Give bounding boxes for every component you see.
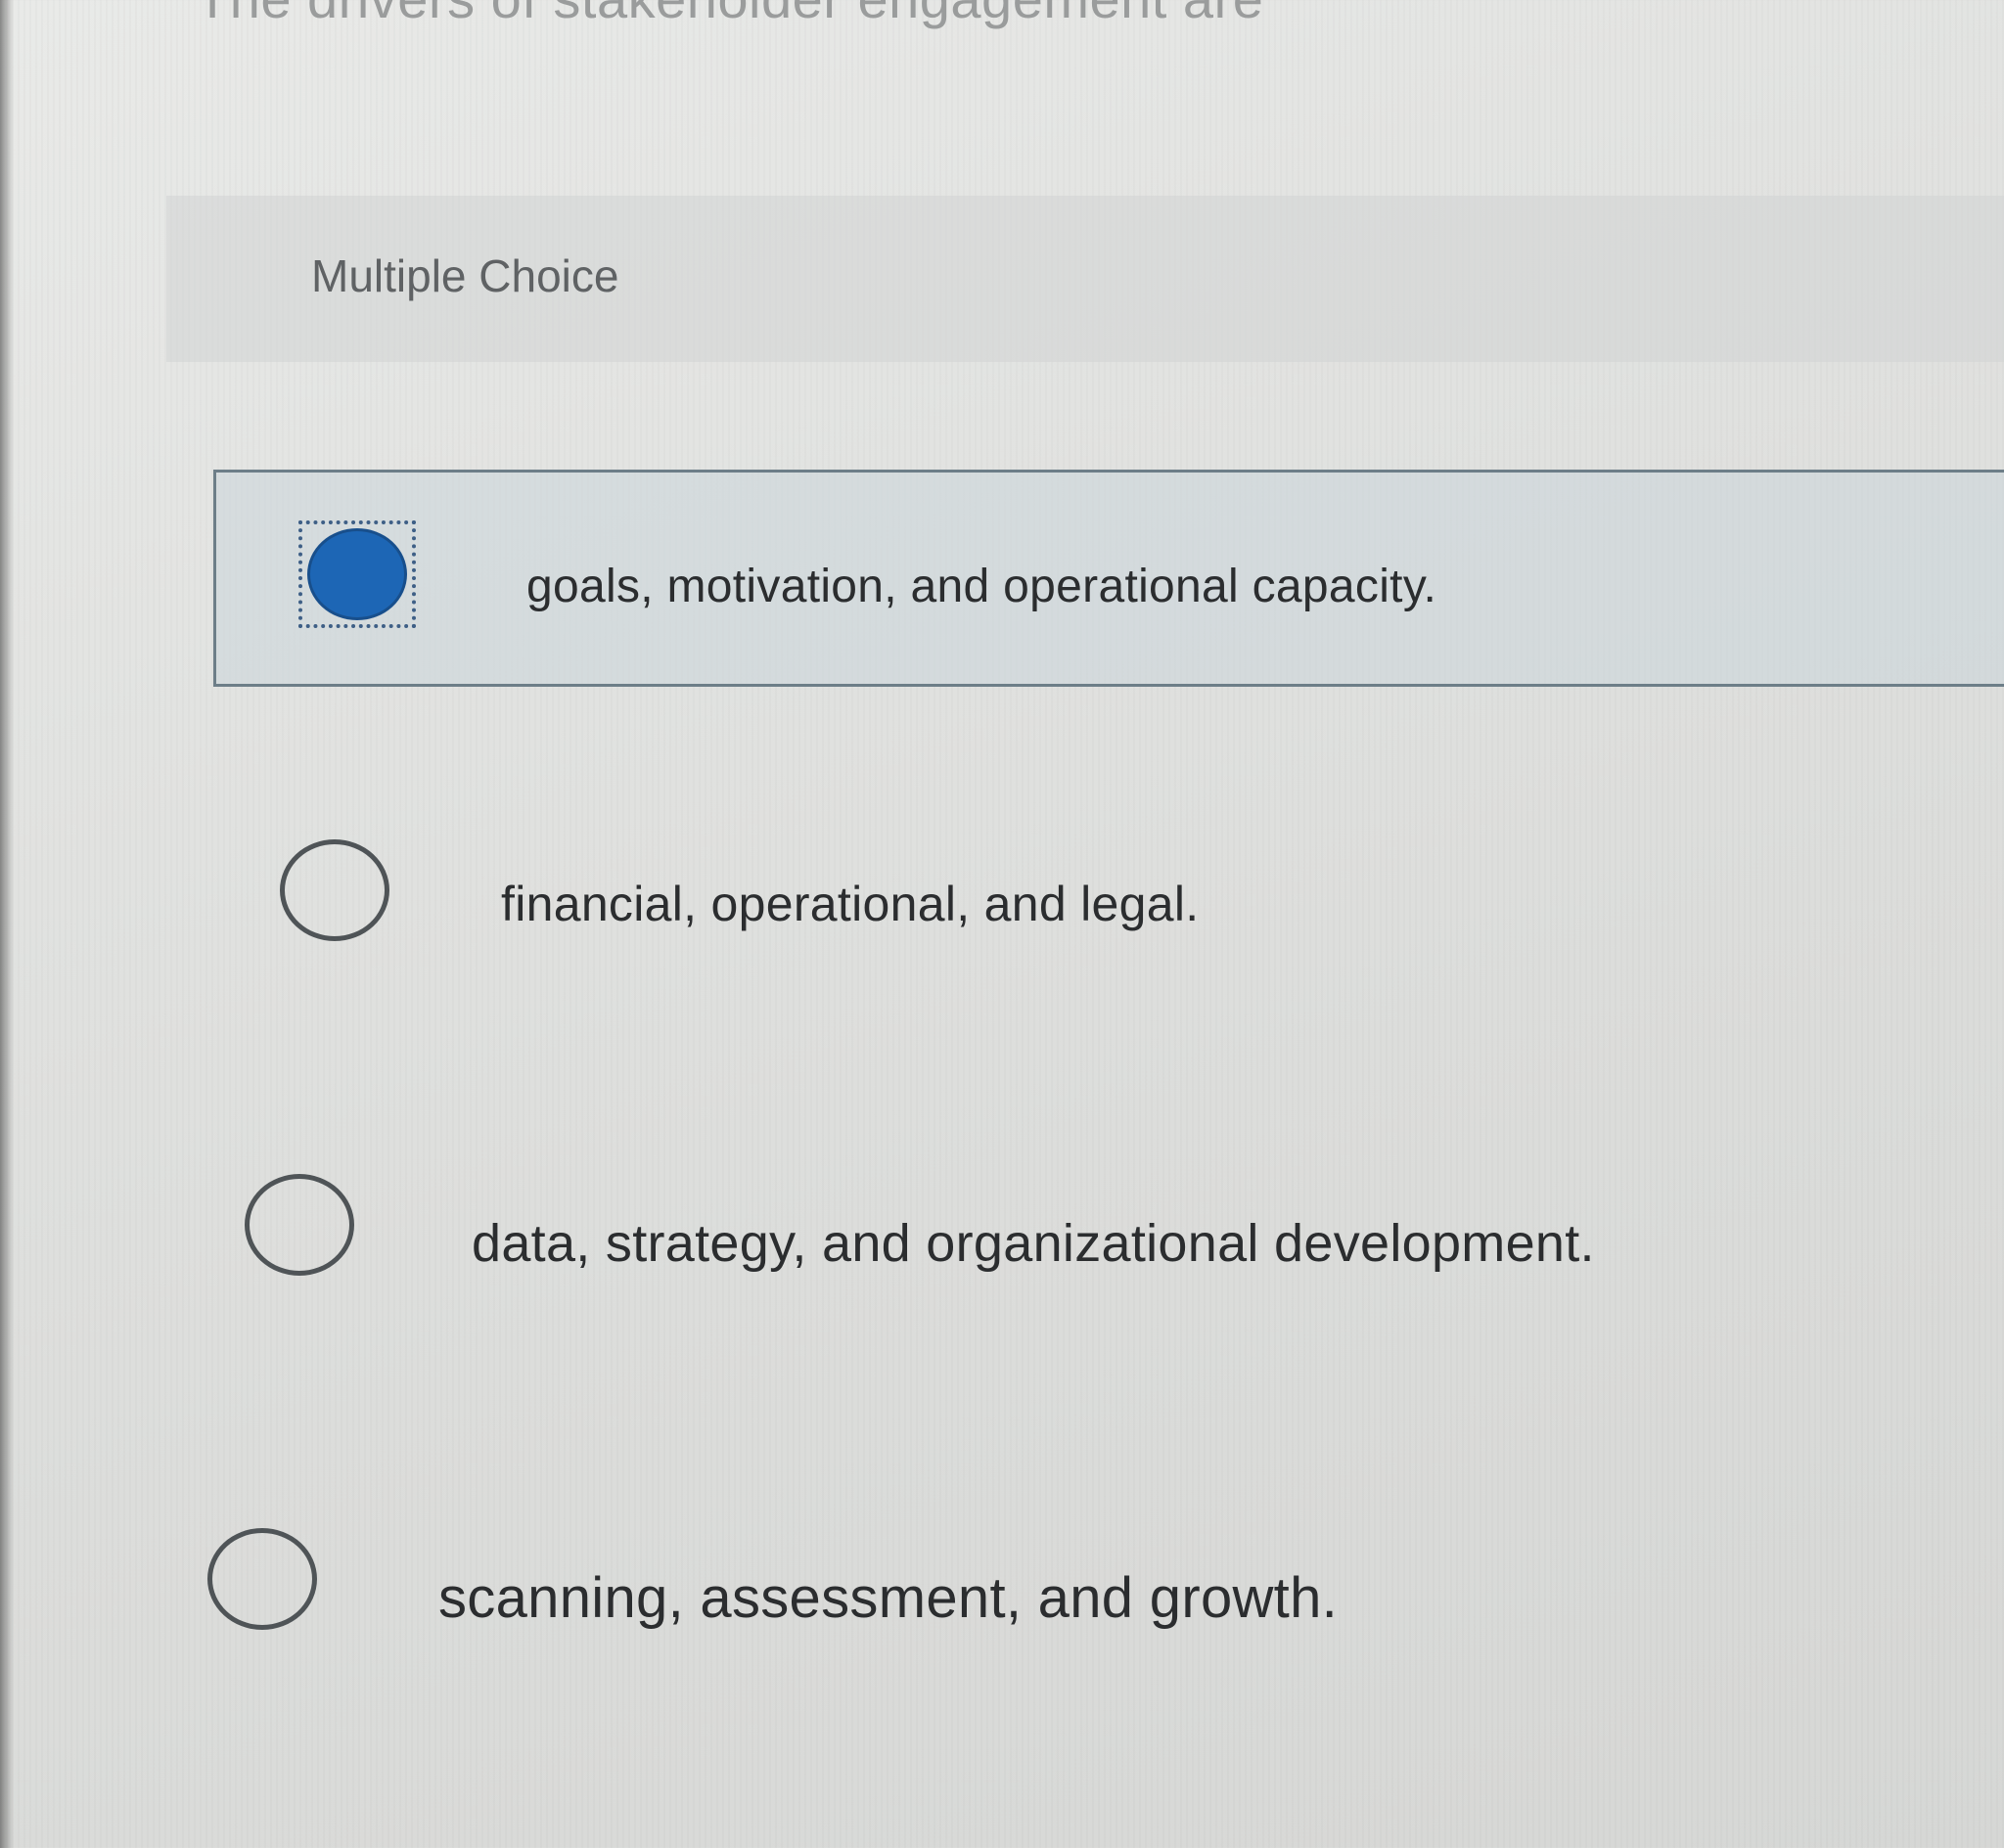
- screen-edge-shadow: [0, 0, 14, 1848]
- radio-button-a-selected[interactable]: [307, 528, 407, 620]
- question-type-label: Multiple Choice: [311, 250, 619, 301]
- answer-option-b-label: financial, operational, and legal.: [501, 877, 1200, 931]
- radio-button-d[interactable]: [207, 1528, 317, 1630]
- answer-option-c-label: data, strategy, and organizational devel…: [472, 1214, 1595, 1273]
- answer-option-d-label: scanning, assessment, and growth.: [438, 1566, 1339, 1630]
- radio-button-b[interactable]: [280, 839, 389, 941]
- question-prompt: The drivers of stakeholder engagement ar…: [196, 0, 1263, 30]
- radio-button-c[interactable]: [245, 1174, 354, 1276]
- answer-option-a-label: goals, motivation, and operational capac…: [526, 561, 1437, 612]
